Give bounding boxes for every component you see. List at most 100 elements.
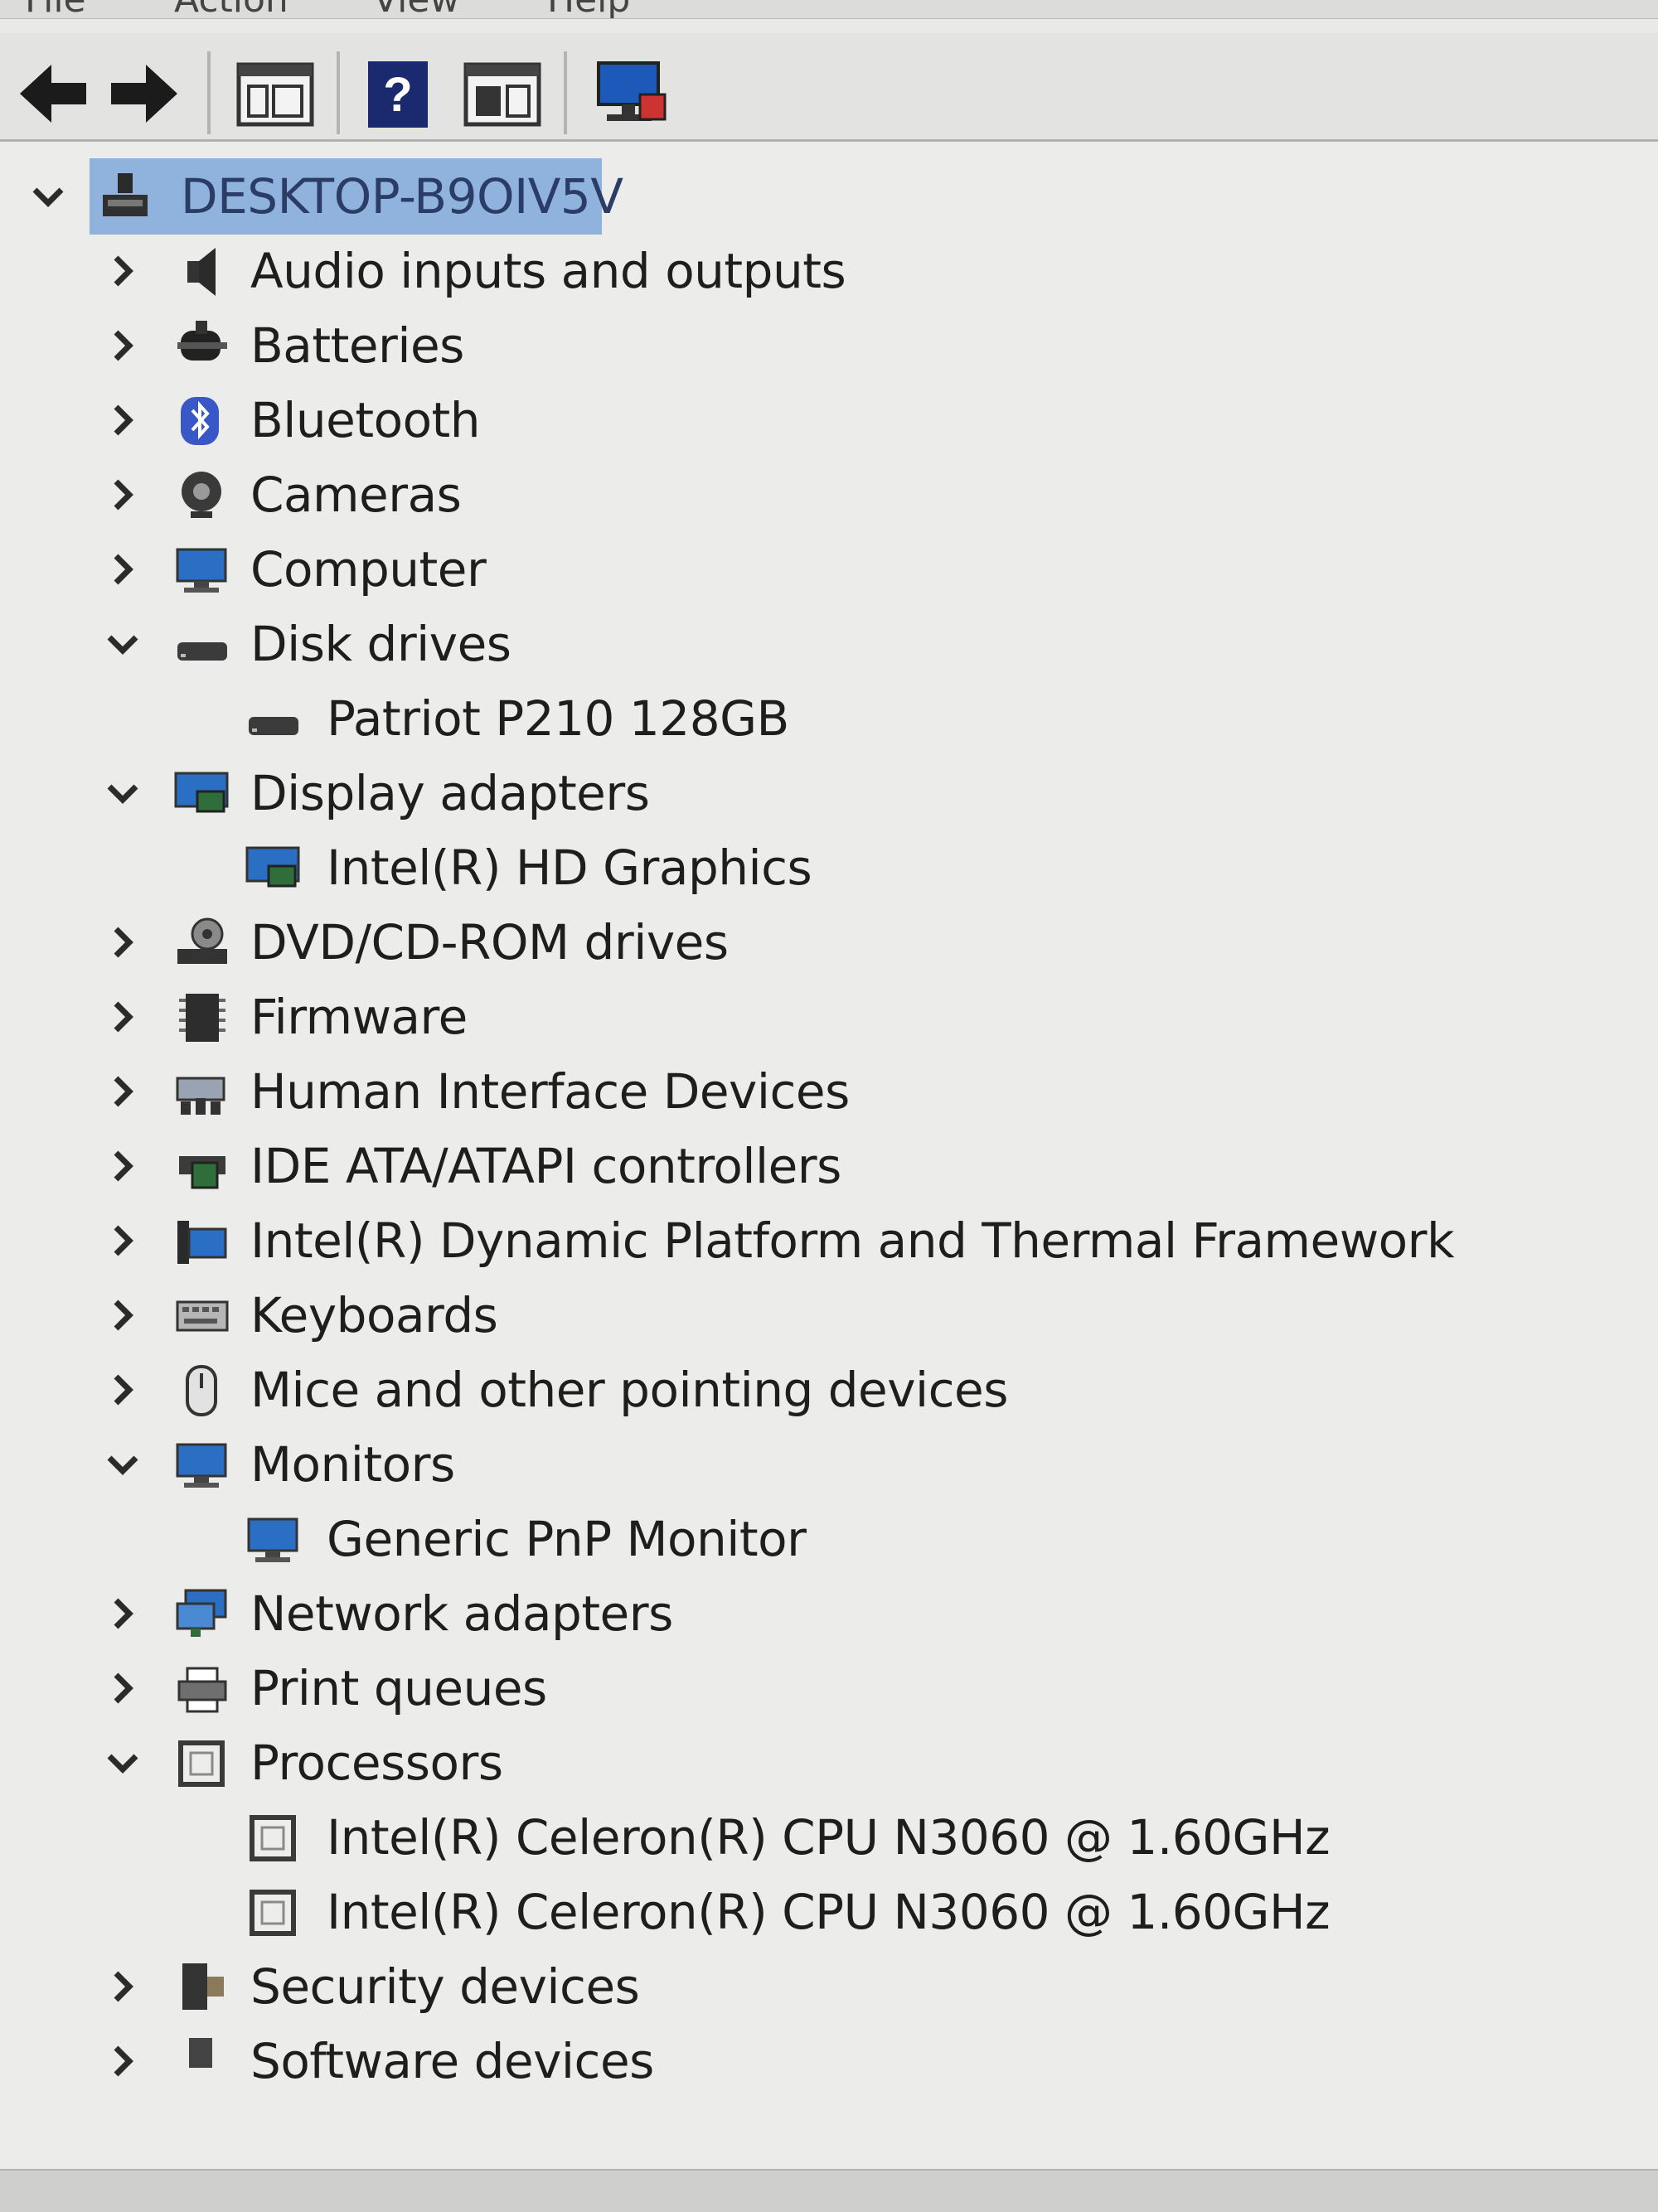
chevron-right-icon[interactable] — [99, 1665, 146, 1711]
menu-bar: File Action View Help — [0, 0, 1658, 19]
chevron-right-icon[interactable] — [99, 1963, 146, 2010]
device-label: Intel(R) Celeron(R) CPU N3060 @ 1.60GHz — [327, 1884, 1331, 1940]
menu-action[interactable]: Action — [174, 0, 288, 18]
disk-drive-icon — [177, 642, 227, 661]
svg-text:?: ? — [383, 68, 412, 122]
category-row[interactable]: Intel(R) Dynamic Platform and Thermal Fr… — [0, 1204, 1658, 1279]
properties-icon[interactable] — [234, 56, 317, 131]
toolbar-separator — [337, 51, 340, 134]
category-row[interactable]: Human Interface Devices — [0, 1055, 1658, 1130]
tree-root-label: DESKTOP-B9OIV5V — [181, 168, 623, 225]
display-adapter-icon — [245, 846, 300, 888]
device-label: Intel(R) Celeron(R) CPU N3060 @ 1.60GHz — [327, 1809, 1331, 1866]
category-row[interactable]: Batteries — [0, 309, 1658, 384]
category-row[interactable]: IDE ATA/ATAPI controllers — [0, 1130, 1658, 1204]
chevron-right-icon[interactable] — [99, 1143, 146, 1189]
toolbar-separator — [564, 51, 567, 134]
chevron-right-icon[interactable] — [99, 1367, 146, 1413]
category-row[interactable]: Display adapters — [0, 757, 1658, 831]
toolbar-separator — [207, 51, 211, 134]
speaker-icon — [187, 248, 216, 296]
chevron-down-icon[interactable] — [99, 1740, 146, 1786]
monitor-scan-icon[interactable] — [590, 56, 673, 131]
category-row[interactable]: Processors — [0, 1726, 1658, 1801]
keyboard-icon — [176, 1300, 229, 1332]
category-row[interactable]: Monitors — [0, 1428, 1658, 1503]
category-label: Display adapters — [250, 765, 650, 821]
device-row[interactable]: Generic PnP Monitor — [0, 1503, 1658, 1577]
chevron-right-icon[interactable] — [99, 322, 146, 369]
category-row[interactable]: Security devices — [0, 1950, 1658, 2025]
category-row[interactable]: Mice and other pointing devices — [0, 1353, 1658, 1428]
monitor-icon — [176, 548, 227, 593]
security-device-icon — [182, 1963, 224, 2010]
menu-file[interactable]: File — [25, 0, 86, 18]
device-label: Intel(R) HD Graphics — [327, 840, 812, 896]
chevron-right-icon[interactable] — [99, 994, 146, 1040]
menu-help[interactable]: Help — [547, 0, 630, 18]
category-row[interactable]: Software devices — [0, 2025, 1658, 2099]
category-row[interactable]: Cameras — [0, 458, 1658, 533]
category-label: Processors — [250, 1735, 503, 1791]
menu-view[interactable]: View — [373, 0, 459, 18]
device-row[interactable]: Intel(R) Celeron(R) CPU N3060 @ 1.60GHz — [0, 1801, 1658, 1876]
chevron-right-icon[interactable] — [99, 1590, 146, 1637]
category-row[interactable]: Disk drives — [0, 607, 1658, 682]
category-row[interactable]: Keyboards — [0, 1279, 1658, 1353]
computer-icon — [103, 173, 148, 216]
category-label: Disk drives — [250, 616, 511, 672]
chevron-right-icon[interactable] — [99, 472, 146, 518]
tree-root[interactable]: DESKTOP-B9OIV5V — [0, 160, 1658, 235]
help-icon[interactable]: ? — [363, 56, 433, 131]
software-device-icon — [189, 2038, 212, 2068]
category-row[interactable]: Computer — [0, 533, 1658, 607]
chevron-right-icon[interactable] — [99, 1068, 146, 1115]
forward-arrow-icon[interactable] — [106, 56, 182, 131]
chevron-right-icon[interactable] — [99, 1217, 146, 1264]
device-label: Patriot P210 128GB — [327, 690, 789, 747]
device-row[interactable]: Intel(R) HD Graphics — [0, 831, 1658, 906]
ide-controller-icon — [179, 1156, 225, 1189]
category-row[interactable]: DVD/CD-ROM drives — [0, 906, 1658, 980]
category-label: Intel(R) Dynamic Platform and Thermal Fr… — [250, 1212, 1455, 1269]
display-adapter-icon — [174, 772, 229, 813]
printer-icon — [177, 1667, 227, 1713]
mouse-icon — [186, 1365, 217, 1416]
chevron-right-icon[interactable] — [99, 919, 146, 966]
monitor-icon — [176, 1443, 227, 1488]
processor-icon — [178, 1740, 225, 1787]
category-row[interactable]: Firmware — [0, 980, 1658, 1055]
category-label: Bluetooth — [250, 392, 481, 448]
chevron-right-icon[interactable] — [99, 546, 146, 593]
bluetooth-icon — [181, 397, 219, 445]
device-row[interactable]: Intel(R) Celeron(R) CPU N3060 @ 1.60GHz — [0, 1876, 1658, 1950]
chevron-down-icon[interactable] — [99, 770, 146, 816]
disk-drive-icon — [249, 717, 298, 735]
chevron-down-icon[interactable] — [99, 1441, 146, 1488]
device-row[interactable]: Patriot P210 128GB — [0, 682, 1658, 757]
category-label: Firmware — [250, 989, 468, 1045]
processor-icon — [250, 1890, 296, 1936]
category-row[interactable]: Audio inputs and outputs — [0, 235, 1658, 309]
category-label: Computer — [250, 541, 487, 598]
chevron-down-icon[interactable] — [25, 173, 71, 220]
device-label: Generic PnP Monitor — [327, 1511, 807, 1567]
chevron-down-icon[interactable] — [99, 621, 146, 667]
status-bar — [0, 2169, 1658, 2212]
category-row[interactable]: Print queues — [0, 1652, 1658, 1726]
category-row[interactable]: Bluetooth — [0, 384, 1658, 458]
back-arrow-icon[interactable] — [15, 56, 91, 131]
hid-icon — [176, 1077, 225, 1115]
category-label: Network adapters — [250, 1585, 673, 1642]
category-row[interactable]: Network adapters — [0, 1577, 1658, 1652]
action-pane-icon[interactable] — [461, 56, 544, 131]
toolbar: ? — [0, 33, 1658, 142]
chevron-right-icon[interactable] — [99, 1292, 146, 1338]
chevron-right-icon[interactable] — [99, 2038, 146, 2084]
category-label: Print queues — [250, 1660, 547, 1716]
category-label: Human Interface Devices — [250, 1063, 850, 1120]
chevron-right-icon[interactable] — [99, 397, 146, 443]
chevron-right-icon[interactable] — [99, 248, 146, 294]
dvd-drive-icon — [177, 917, 227, 964]
category-label: Batteries — [250, 317, 464, 374]
